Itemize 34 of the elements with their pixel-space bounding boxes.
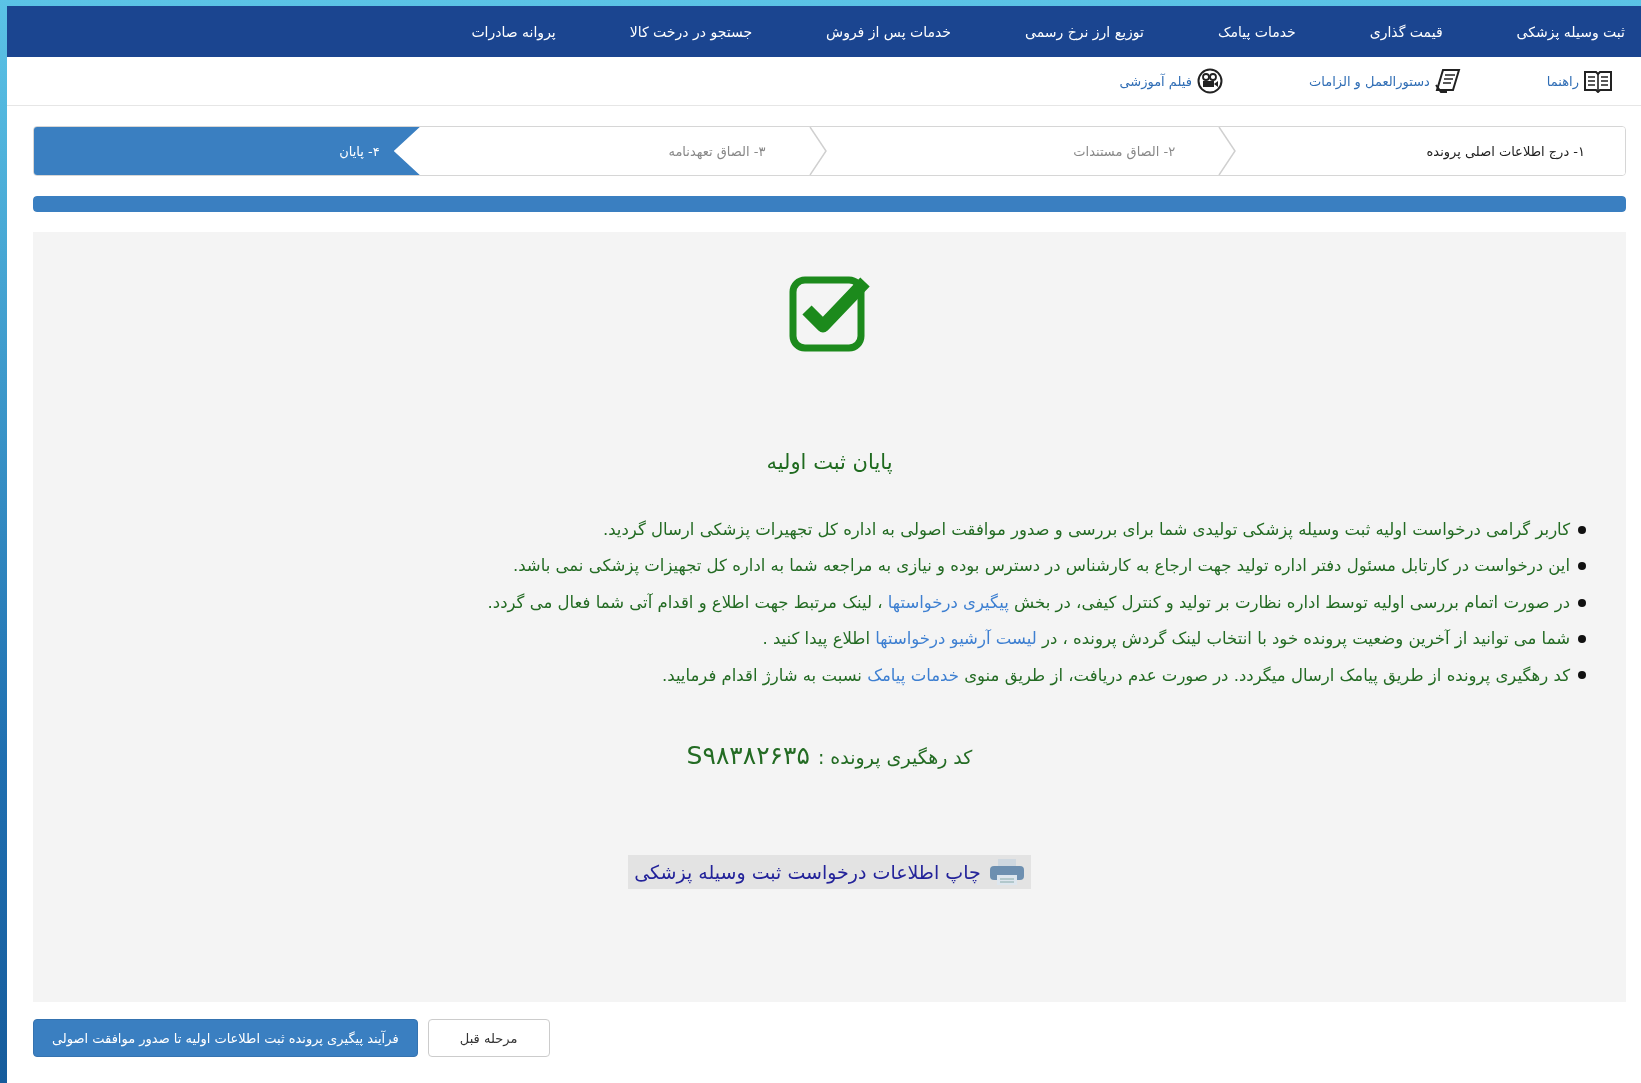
printer-icon bbox=[988, 858, 1025, 887]
bullet-icon bbox=[1578, 598, 1586, 607]
wizard-step[interactable]: ۴- پایان bbox=[34, 127, 420, 175]
inline-link[interactable]: لیست آرشیو درخواستها bbox=[875, 629, 1037, 649]
info-text: این درخواست در کارتابل مسئول دفتر اداره تولید جهت ارجاع به کارشناس در دسترس بوده و نیازی به مراجعه شما به اداره کل تجهیزات پزشکی نمی باشد. bbox=[512, 555, 1570, 577]
bullet-icon bbox=[1578, 525, 1586, 534]
info-text: در صورت اتمام بررسی اولیه توسط اداره نظارت بر تولید و کنترل کیفی، در بخش پیگیری درخواستها ، لینک مرتبط جهت اطلاع و اقدام آتی شما فعال می گردد. bbox=[487, 591, 1570, 614]
document-icon bbox=[1433, 68, 1462, 94]
tracking-code: S۹۸۳۸۲۶۳۵ bbox=[686, 741, 810, 771]
back-button[interactable]: مرحله قبل bbox=[427, 1019, 550, 1057]
book-icon bbox=[1583, 69, 1613, 93]
info-text: کاربر گرامی درخواست اولیه ثبت وسیله پزشکی تولیدی شما برای بررسی و صدور موافقت اصولی به اداره کل تجهیرات پزشکی ارسال گردید. bbox=[602, 519, 1570, 541]
nav-link[interactable]: قیمت گذاری bbox=[1332, 23, 1480, 40]
toolbar-link[interactable]: دستورالعمل و الزامات bbox=[1308, 73, 1430, 89]
inline-link[interactable]: خدمات پیامک bbox=[867, 665, 959, 685]
tracking-label: کد رهگیری پرونده : bbox=[817, 746, 973, 769]
toolbar-link[interactable]: راهنما bbox=[1546, 73, 1579, 89]
nav-link[interactable]: خدمات پس از فروش bbox=[789, 23, 988, 40]
inline-link[interactable]: پیگیری درخواستها bbox=[887, 592, 1009, 612]
info-text: شما می توانید از آخرین وضعیت پرونده خود با انتخاب لینک گردش پرونده ، در لیست آرشیو درخواستها اطلاع پیدا کنید . bbox=[762, 628, 1570, 650]
nav-link[interactable]: ثبت وسیله پزشکی bbox=[1479, 23, 1629, 40]
nav-link[interactable]: خدمات پیامک bbox=[1180, 23, 1333, 40]
bullet-icon bbox=[1578, 562, 1586, 571]
toolbar-link[interactable]: فیلم آموزشی bbox=[1119, 73, 1192, 89]
info-text: کد رهگیری پرونده از طریق پیامک ارسال میگردد. در صورت عدم دریافت، از طریق منوی خدمات پیامک نسبت به شارژ اقدام فرمایید. bbox=[662, 664, 1570, 687]
nav-link[interactable]: جستجو در درخت کالا bbox=[592, 23, 790, 40]
bullet-icon bbox=[1578, 635, 1586, 644]
nav-link[interactable]: توزیع ارز نرخ رسمی bbox=[988, 23, 1181, 40]
print-link[interactable]: چاپ اطلاعات درخواست ثبت وسیله پزشکی bbox=[628, 855, 1031, 890]
bullet-icon bbox=[1578, 671, 1586, 680]
nav-link[interactable]: پروانه صادرات bbox=[434, 23, 593, 40]
result-title: پایان ثبت اولیه bbox=[766, 450, 893, 474]
workflow-button[interactable]: فرآیند پیگیری پرونده ثبت اطلاعات اولیه تا صدور موافقت اصولی bbox=[33, 1019, 418, 1057]
camera-icon bbox=[1195, 68, 1224, 94]
